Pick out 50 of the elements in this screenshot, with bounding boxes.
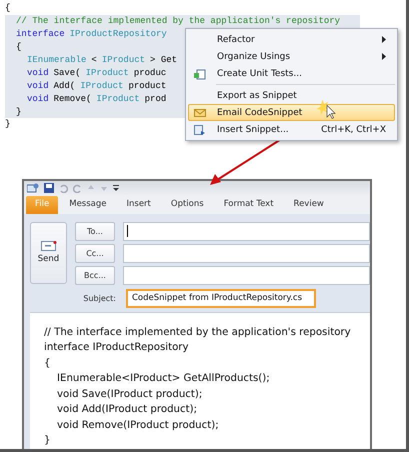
code-line: } [16,106,22,118]
save-icon[interactable] [44,183,54,194]
menu-item[interactable]: Organize Usings [188,48,395,65]
mouse-pointer-icon [316,98,338,120]
body-line: interface IProductRepository [44,341,189,356]
app-icon [27,183,39,194]
ribbon-tab[interactable]: Message [60,196,116,214]
body-line: void Remove(IProduct product); [57,418,219,433]
ribbon-tab[interactable]: Review [284,196,333,214]
body-line: // The interface implemented by the application's repository [44,326,351,340]
code-line: void Remove( IProduct prod [27,92,166,106]
subject-field[interactable]: CodeSnippet from IProductRepository.cs [126,288,316,308]
body-line: } [44,434,50,448]
envelope-icon [194,108,206,118]
menu-item[interactable]: Insert Snippet... Ctrl+K, Ctrl+X [188,121,395,138]
ribbon-tab[interactable]: Options [162,196,213,214]
code-line: void Add( IProduct product [27,80,166,92]
menu-item[interactable]: Refactor [188,31,395,48]
send-button[interactable]: Send [30,222,67,284]
body-line: { [44,356,50,371]
address-button[interactable]: Bcc... [75,266,115,285]
code-line: interface IProductRepository [16,28,167,41]
ribbon-tab[interactable]: Insert [118,196,160,214]
address-field[interactable] [123,244,370,263]
address-button[interactable]: Cc... [75,244,115,263]
message-body[interactable] [30,312,370,449]
down-arrow-icon[interactable] [100,184,108,192]
code-line: { [5,2,10,15]
code-line: } [5,118,10,131]
code-line: IEnumerable < IProduct > Get [27,54,178,66]
menu-item[interactable]: Email CodeSnippet [188,104,395,121]
redo-icon[interactable] [73,184,82,193]
code-line: void Save( IProduct produc [27,66,166,80]
code-line: { [16,41,22,54]
code-line: // The interface implemented by the application's repository [16,15,340,28]
body-line: void Save(IProduct product); [57,388,202,402]
customize-toolbar-icon[interactable] [113,185,119,192]
address-button[interactable]: To... [75,222,115,241]
unit-test-icon [194,69,206,80]
menu-item[interactable]: Create Unit Tests... [188,65,395,82]
envelope-icon [40,241,56,252]
body-line: void Add(IProduct product); [57,403,198,418]
address-field[interactable] [123,222,370,241]
undo-icon[interactable] [59,184,68,193]
snippet-icon [194,125,206,136]
menu-item[interactable]: Export as Snippet [188,87,395,104]
ribbon-tab[interactable]: Format Text [214,196,283,214]
subject-label: Subject: [82,294,116,303]
address-field[interactable] [123,266,370,285]
body-line: IEnumerable<IProduct> GetAllProducts(); [57,372,270,386]
